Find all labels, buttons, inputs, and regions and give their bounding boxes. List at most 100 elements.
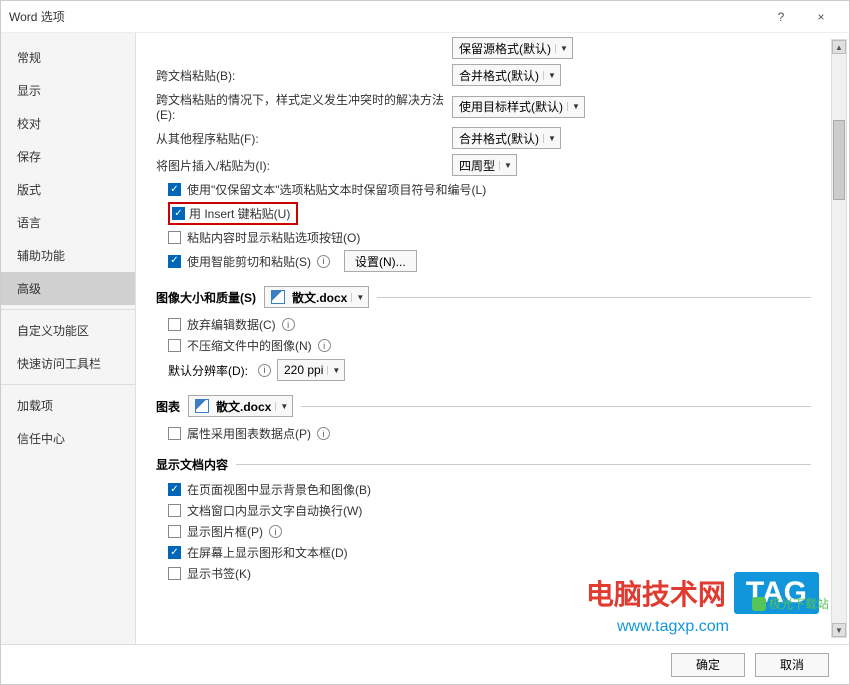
ok-button[interactable]: 确定 xyxy=(671,653,745,677)
scroll-up-button[interactable]: ▲ xyxy=(832,40,846,54)
help-button[interactable]: ? xyxy=(761,1,801,33)
wrap-label: 文档窗口内显示文字自动换行(W) xyxy=(187,502,362,519)
sidebar-item-customize-ribbon[interactable]: 自定义功能区 xyxy=(1,314,135,347)
content-panel: - 保留源格式(默认) ▼ 跨文档粘贴(B): 合并格式(默认) ▼ 跨文档粘贴… xyxy=(136,33,849,644)
bookmark-label: 显示书签(K) xyxy=(187,565,251,582)
sidebar-item-quick-access[interactable]: 快速访问工具栏 xyxy=(1,347,135,380)
smart-paste-label: 使用智能剪切和粘贴(S) xyxy=(187,253,311,270)
scroll-down-button[interactable]: ▼ xyxy=(832,623,846,637)
insert-key-label: 用 Insert 键粘贴(U) xyxy=(189,205,290,222)
smart-paste-checkbox[interactable] xyxy=(168,255,181,268)
top-paste-value: 保留源格式(默认) xyxy=(459,40,551,57)
titlebar: Word 选项 ? × xyxy=(1,1,849,33)
options-dialog: Word 选项 ? × 常规 显示 校对 保存 版式 语言 辅助功能 高级 自定… xyxy=(0,0,850,685)
cross-doc-value: 合并格式(默认) xyxy=(459,67,539,84)
sidebar-separator xyxy=(1,384,135,385)
insert-key-checkbox[interactable] xyxy=(172,207,185,220)
sidebar-item-save[interactable]: 保存 xyxy=(1,140,135,173)
chevron-down-icon: ▼ xyxy=(275,402,288,411)
image-quality-doc-name: 散文.docx xyxy=(292,289,347,306)
nocompress-checkbox[interactable] xyxy=(168,339,181,352)
conflict-value: 使用目标样式(默认) xyxy=(459,98,563,115)
insert-pic-value: 四周型 xyxy=(459,157,495,174)
chevron-down-icon: ▼ xyxy=(543,134,556,143)
section-divider xyxy=(301,406,811,407)
cross-doc-label: 跨文档粘贴(B): xyxy=(156,67,446,84)
sidebar-item-display[interactable]: 显示 xyxy=(1,74,135,107)
info-icon[interactable]: i xyxy=(258,364,271,377)
nocompress-label: 不压缩文件中的图像(N) xyxy=(187,337,312,354)
info-icon[interactable]: i xyxy=(317,427,330,440)
chevron-down-icon: ▼ xyxy=(543,71,556,80)
scroll-area: - 保留源格式(默认) ▼ 跨文档粘贴(B): 合并格式(默认) ▼ 跨文档粘贴… xyxy=(136,33,831,644)
chart-doc-dropdown[interactable]: 散文.docx ▼ xyxy=(188,395,293,417)
scrollbar-thumb[interactable] xyxy=(833,120,845,200)
vertical-scrollbar[interactable]: ▲ ▼ xyxy=(831,39,847,638)
word-doc-icon xyxy=(271,290,285,304)
default-res-label: 默认分辨率(D): xyxy=(168,362,248,379)
section-divider xyxy=(236,464,811,465)
other-prog-dropdown[interactable]: 合并格式(默认) ▼ xyxy=(452,127,561,149)
default-res-value: 220 ppi xyxy=(284,363,323,377)
cancel-button[interactable]: 取消 xyxy=(755,653,829,677)
chevron-down-icon: ▼ xyxy=(567,102,580,111)
watermark-small: 极光下载站 xyxy=(752,595,829,612)
section-image-quality: 图像大小和质量(S) 散文.docx ▼ xyxy=(156,286,811,308)
discard-edit-checkbox[interactable] xyxy=(168,318,181,331)
info-icon[interactable]: i xyxy=(269,525,282,538)
close-button[interactable]: × xyxy=(801,1,841,33)
top-paste-dropdown[interactable]: 保留源格式(默认) ▼ xyxy=(452,37,573,59)
info-icon[interactable]: i xyxy=(282,318,295,331)
bg-label: 在页面视图中显示背景色和图像(B) xyxy=(187,481,371,498)
chevron-down-icon: ▼ xyxy=(351,293,364,302)
window-title: Word 选项 xyxy=(9,8,761,25)
chevron-down-icon: ▼ xyxy=(555,44,568,53)
sidebar: 常规 显示 校对 保存 版式 语言 辅助功能 高级 自定义功能区 快速访问工具栏… xyxy=(1,33,136,644)
chevron-down-icon: ▼ xyxy=(499,161,512,170)
conflict-label: 跨文档粘贴的情况下，样式定义发生冲突时的解决方法(E): xyxy=(156,91,446,122)
picframe-checkbox[interactable] xyxy=(168,525,181,538)
sidebar-item-addins[interactable]: 加载项 xyxy=(1,389,135,422)
discard-edit-label: 放弃编辑数据(C) xyxy=(187,316,276,333)
settings-button[interactable]: 设置(N)... xyxy=(344,250,417,272)
footer: 确定 取消 xyxy=(1,644,849,684)
chart-props-checkbox[interactable] xyxy=(168,427,181,440)
paste-options-checkbox[interactable] xyxy=(168,231,181,244)
sidebar-item-language[interactable]: 语言 xyxy=(1,206,135,239)
cross-doc-dropdown[interactable]: 合并格式(默认) ▼ xyxy=(452,64,561,86)
section-chart: 图表 散文.docx ▼ xyxy=(156,395,811,417)
sidebar-item-advanced[interactable]: 高级 xyxy=(1,272,135,305)
section-divider xyxy=(377,297,811,298)
conflict-dropdown[interactable]: 使用目标样式(默认) ▼ xyxy=(452,96,585,118)
sidebar-item-proofing[interactable]: 校对 xyxy=(1,107,135,140)
picframe-label: 显示图片框(P) xyxy=(187,523,263,540)
sidebar-item-trust-center[interactable]: 信任中心 xyxy=(1,422,135,455)
chart-header: 图表 xyxy=(156,398,180,415)
sidebar-separator xyxy=(1,309,135,310)
chart-doc-name: 散文.docx xyxy=(216,398,271,415)
insert-pic-dropdown[interactable]: 四周型 ▼ xyxy=(452,154,517,176)
bookmark-checkbox[interactable] xyxy=(168,567,181,580)
info-icon[interactable]: i xyxy=(317,255,330,268)
other-prog-value: 合并格式(默认) xyxy=(459,130,539,147)
chevron-down-icon: ▼ xyxy=(327,366,340,375)
section-display-content: 显示文档内容 xyxy=(156,456,811,473)
sidebar-item-layout[interactable]: 版式 xyxy=(1,173,135,206)
wrap-checkbox[interactable] xyxy=(168,504,181,517)
keep-text-checkbox[interactable] xyxy=(168,183,181,196)
default-res-dropdown[interactable]: 220 ppi ▼ xyxy=(277,359,345,381)
image-quality-doc-dropdown[interactable]: 散文.docx ▼ xyxy=(264,286,369,308)
sidebar-item-general[interactable]: 常规 xyxy=(1,41,135,74)
bg-checkbox[interactable] xyxy=(168,483,181,496)
other-prog-label: 从其他程序粘贴(F): xyxy=(156,130,446,147)
watermark-url: www.tagxp.com xyxy=(617,618,729,636)
info-icon[interactable]: i xyxy=(318,339,331,352)
chart-props-label: 属性采用图表数据点(P) xyxy=(187,425,311,442)
word-doc-icon xyxy=(195,399,209,413)
display-content-header: 显示文档内容 xyxy=(156,456,228,473)
sidebar-item-accessibility[interactable]: 辅助功能 xyxy=(1,239,135,272)
image-quality-header: 图像大小和质量(S) xyxy=(156,289,256,306)
drawings-checkbox[interactable] xyxy=(168,546,181,559)
drawings-label: 在屏幕上显示图形和文本框(D) xyxy=(187,544,348,561)
highlight-annotation: 用 Insert 键粘贴(U) xyxy=(168,202,298,225)
